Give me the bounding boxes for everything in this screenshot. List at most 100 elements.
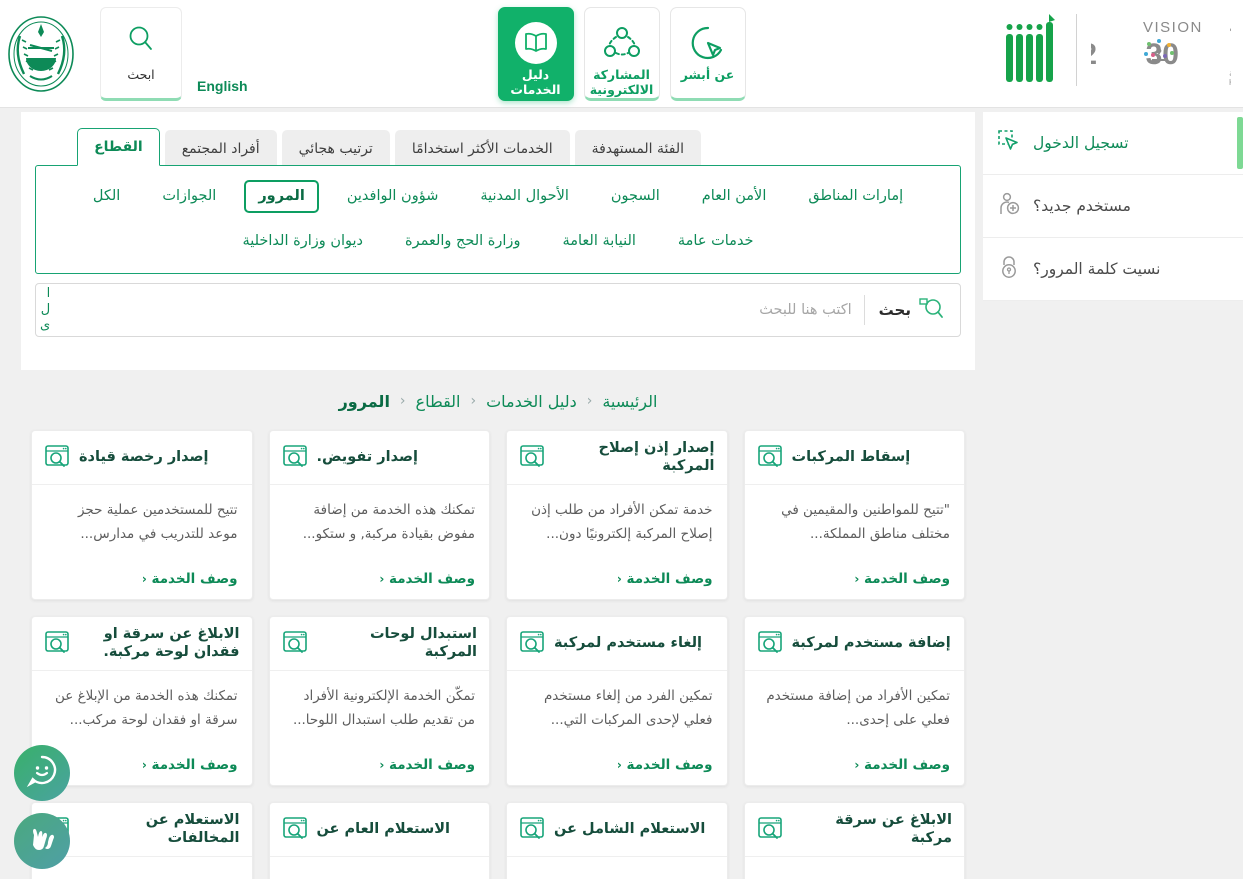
sector-chip-civil-affairs[interactable]: الأحوال المدنية [466, 180, 583, 213]
chevron-left-icon: ‹ [141, 572, 147, 586]
services-directory-panel: الفئة المستهدفة الخدمات الأكثر استخدامًا… [21, 112, 975, 370]
sector-chip-prisons[interactable]: السجون [597, 180, 674, 213]
service-card[interactable]: إصدار إذن إصلاح المركبة خدمة تمكن الأفراد… [506, 430, 728, 600]
stacked-overflow-letters: ا ل ى [40, 286, 50, 334]
ministry-emblem-logo [6, 14, 76, 98]
search-submit-button[interactable]: بحث [863, 295, 960, 325]
sector-chip-expatriate-affairs[interactable]: شؤون الوافدين [333, 180, 452, 213]
tab-target-category[interactable]: الفئة المستهدفة [574, 130, 701, 166]
share-nodes-icon [603, 21, 641, 65]
window-search-icon [44, 630, 70, 658]
service-card[interactable]: استبدال لوحات المركبة تمكّن الخدمة الإلكت… [268, 616, 490, 786]
open-book-icon [514, 21, 557, 65]
svg-text:رؤيــــة: رؤيــــة [1229, 18, 1231, 36]
window-search-icon [282, 816, 308, 844]
nav-button-e-participation[interactable]: المشاركة الالكترونية [583, 7, 660, 101]
sector-chip-all[interactable]: الكل [79, 180, 134, 213]
nav-button-label: المشاركة الالكترونية [589, 66, 654, 98]
login-item-label: تسجيل الدخول [1033, 134, 1129, 152]
tab-sector[interactable]: القطاع [77, 128, 160, 166]
sector-chip-traffic[interactable]: المرور [244, 180, 319, 213]
service-card-title: الابلاغ عن سرقة مركبة [835, 812, 952, 846]
svg-text:KINGDOM OF SAUDI ARABIA: KINGDOM OF SAUDI ARABIA [1229, 78, 1231, 86]
sector-chip-public-prosecution[interactable]: النيابة العامة [548, 225, 649, 258]
service-card-description-link[interactable]: وصف الخدمة ‹ [507, 757, 727, 785]
login-item-label: نسيت كلمة المرور؟ [1033, 260, 1161, 278]
login-item-sign-in[interactable]: تسجيل الدخول [983, 112, 1243, 175]
page-body: تسجيل الدخول مستخدم جديد؟ نسيت كلمة المر… [0, 108, 1243, 879]
svg-text:VISION: VISION [1143, 19, 1203, 36]
chevron-left-icon: ‹ [379, 758, 385, 772]
window-search-icon [757, 816, 783, 844]
service-card-title: إسقاط المركبات [791, 448, 911, 465]
chat-assistant-button[interactable] [14, 745, 70, 801]
header-search-button[interactable]: ابحث [100, 7, 182, 101]
service-card[interactable]: إصدار تفويض. تمكنك هذه الخدمة من إضافة مف… [268, 430, 490, 600]
login-item-forgot-password[interactable]: نسيت كلمة المرور؟ [983, 238, 1243, 301]
search-icon [918, 296, 944, 324]
sector-chip-general-services[interactable]: خدمات عامة [664, 225, 768, 258]
window-search-icon [757, 444, 783, 472]
breadcrumb-separator-icon: ‹ [470, 393, 477, 409]
search-input[interactable] [36, 284, 864, 336]
window-search-icon [519, 816, 545, 844]
service-card[interactable]: الاستعلام العام عنوصف الخدمة ‹ [268, 802, 490, 879]
sector-chip-regional-emirates[interactable]: إمارات المناطق [794, 180, 917, 213]
service-card-link-label: وصف الخدمة [864, 571, 950, 587]
tab-alphabetical[interactable]: ترتيب هجائي [281, 130, 390, 166]
breadcrumb-item-home[interactable]: الرئيسية [602, 392, 657, 411]
tab-most-used-services[interactable]: الخدمات الأكثر استخدامًا [394, 130, 570, 166]
service-card-description-link[interactable]: وصف الخدمة ‹ [32, 571, 252, 599]
breadcrumb-item-services-guide[interactable]: دليل الخدمات [486, 392, 577, 411]
tab-community-members[interactable]: أفراد المجتمع [164, 130, 277, 166]
service-card-description-link[interactable]: وصف الخدمة ‹ [270, 757, 490, 785]
service-card-title: الاستعلام عن المخالفات [145, 812, 240, 846]
window-search-icon [282, 630, 308, 658]
service-card-description: "تتيح للمواطنين والمقيمين في مختلف مناطق… [781, 502, 950, 542]
sector-chip-interior-ministry-diwan[interactable]: ديوان وزارة الداخلية [228, 225, 377, 258]
search-box: بحث ا ل ى [35, 283, 961, 337]
service-card-description [507, 857, 727, 879]
service-card-description-link[interactable]: وصف الخدمة ‹ [745, 757, 965, 785]
breadcrumb-item-sector[interactable]: القطاع [416, 392, 461, 411]
service-card-title: الاستعلام الشامل عن [554, 820, 706, 837]
user-add-icon [997, 192, 1021, 220]
chat-smiley-icon [25, 754, 59, 792]
service-card[interactable]: الاستعلام الشامل عنوصف الخدمة ‹ [506, 802, 728, 879]
language-toggle-english[interactable]: English [197, 78, 248, 94]
lock-icon [997, 255, 1021, 283]
service-card[interactable]: الابلاغ عن سرقة مركبةوصف الخدمة ‹ [743, 802, 965, 879]
service-card[interactable]: إصدار رخصة قيادة تتيح للمستخدمين عملية حج… [31, 430, 253, 600]
login-sidebar: تسجيل الدخول مستخدم جديد؟ نسيت كلمة المر… [983, 112, 1243, 301]
breadcrumb-separator-icon: ‹ [399, 393, 406, 409]
service-card-header: الاستعلام العام عن [269, 803, 489, 857]
service-card-description-link[interactable]: وصف الخدمة ‹ [745, 571, 965, 599]
window-search-icon [519, 444, 545, 472]
service-card-link-label: وصف الخدمة [151, 757, 238, 773]
nav-button-services-guide[interactable]: دليل الخدمات [497, 7, 574, 101]
service-card-description-link[interactable]: وصف الخدمة ‹ [507, 571, 727, 599]
service-card[interactable]: إلغاء مستخدم لمركبة تمكين الفرد من إلغاء … [506, 616, 728, 786]
sector-chip-hajj-umrah-ministry[interactable]: وزارة الحج والعمرة [391, 225, 534, 258]
service-card-title: الابلاغ عن سرقة او فقدان لوحة مركبة. [103, 626, 240, 660]
sign-language-button[interactable] [14, 813, 70, 869]
service-card-description: تمكنك هذه الخدمة من إضافة مفوض بقيادة مر… [302, 502, 475, 542]
service-card[interactable]: إسقاط المركبات "تتيح للمواطنين والمقيمين … [743, 430, 965, 600]
service-card-description-link[interactable]: وصف الخدمة ‹ [270, 571, 490, 599]
service-card-header: الابلاغ عن سرقة مركبة [744, 803, 964, 857]
nav-button-about-absher[interactable]: عن أبشر [669, 7, 746, 101]
sector-chip-passports[interactable]: الجوازات [148, 180, 230, 213]
login-item-new-user[interactable]: مستخدم جديد؟ [983, 175, 1243, 238]
service-card-link-label: وصف الخدمة [626, 757, 713, 773]
service-card-description [745, 857, 965, 879]
window-search-icon [282, 444, 308, 472]
service-card[interactable]: إضافة مستخدم لمركبة تمكين الأفراد من إضاف… [743, 616, 965, 786]
service-card-header: إضافة مستخدم لمركبة [744, 617, 964, 671]
search-submit-label: بحث [878, 301, 911, 319]
sector-filter-row-2: خدمات عامة النيابة العامة وزارة الحج وال… [52, 225, 944, 258]
service-card-description: تمكّن الخدمة الإلكترونية الأفراد من تقدي… [292, 688, 475, 728]
sector-chip-public-security[interactable]: الأمن العام [688, 180, 781, 213]
service-card-header: استبدال لوحات المركبة [269, 617, 489, 671]
service-card-link-label: وصف الخدمة [389, 757, 475, 773]
nav-button-label: عن أبشر [680, 67, 735, 82]
